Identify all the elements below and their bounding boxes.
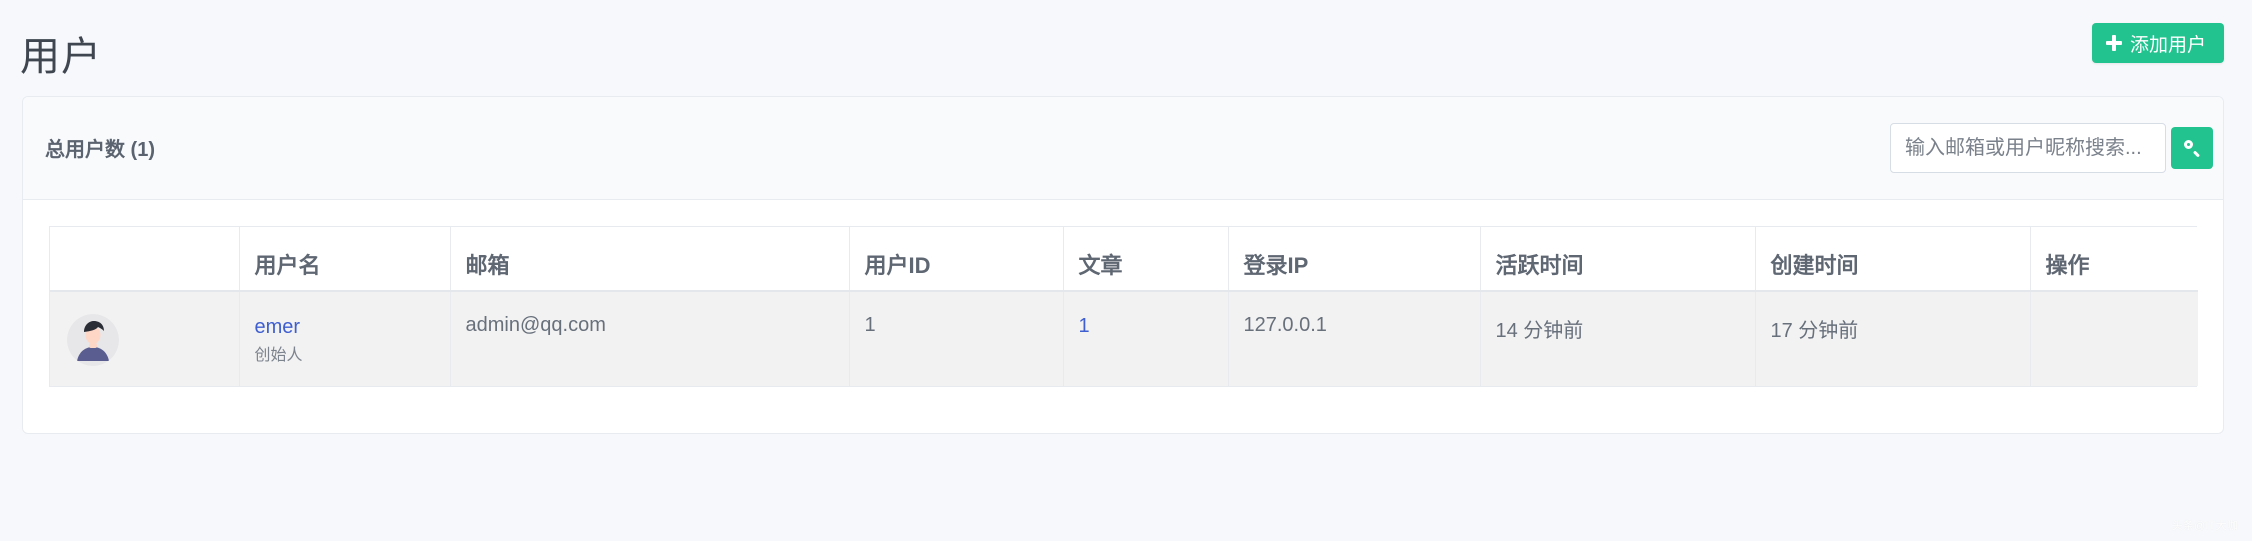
users-table-header: 用户名 邮箱 用户ID 文章 登录IP 活跃时间 创建时间 操作 xyxy=(50,227,2198,292)
users-table-header-row: 用户名 邮箱 用户ID 文章 登录IP 活跃时间 创建时间 操作 xyxy=(50,227,2198,292)
user-search-input[interactable] xyxy=(1890,123,2166,173)
table-header-actions: 操作 xyxy=(2030,227,2198,292)
table-cell-user-id: 1 xyxy=(849,291,1064,386)
user-avatar xyxy=(67,314,119,366)
total-users-label: 总用户数 (1) xyxy=(45,139,155,161)
users-table-body: emer 创始人 admin@qq.com 1 1 127.0.0.1 14 分… xyxy=(50,291,2198,386)
table-header-articles: 文章 xyxy=(1063,227,1229,292)
add-user-button[interactable]: 添加用户 xyxy=(2091,23,2224,63)
table-cell-username: emer 创始人 xyxy=(239,291,451,386)
table-header-created-time: 创建时间 xyxy=(1755,227,2031,292)
watermark-text: 头条@IT大咖 xyxy=(2171,520,2238,532)
table-cell-login-ip: 127.0.0.1 xyxy=(1228,291,1481,386)
article-count-link[interactable]: 1 xyxy=(1079,314,1090,338)
users-card: 总用户数 (1) 用户名 xyxy=(22,96,2224,434)
table-cell-avatar xyxy=(50,291,240,386)
table-header-avatar xyxy=(50,227,240,292)
username-link[interactable]: emer xyxy=(255,315,435,339)
table-header-username: 用户名 xyxy=(239,227,451,292)
page-title: 用户 xyxy=(20,34,102,79)
table-cell-created-time: 17 分钟前 xyxy=(1755,291,2031,386)
users-table: 用户名 邮箱 用户ID 文章 登录IP 活跃时间 创建时间 操作 emer 创始… xyxy=(50,227,2198,386)
table-header-user-id: 用户ID xyxy=(849,227,1064,292)
table-cell-active-time: 14 分钟前 xyxy=(1480,291,1756,386)
table-cell-actions xyxy=(2030,291,2198,386)
table-header-active-time: 活跃时间 xyxy=(1480,227,1756,292)
user-search-bar xyxy=(1890,123,2213,173)
table-row: emer 创始人 admin@qq.com 1 1 127.0.0.1 14 分… xyxy=(50,291,2198,386)
add-user-button-label: 添加用户 xyxy=(2129,34,2206,56)
table-header-email: 邮箱 xyxy=(450,227,850,292)
search-button[interactable] xyxy=(2171,127,2213,169)
table-header-login-ip: 登录IP xyxy=(1228,227,1481,292)
users-card-header: 总用户数 (1) xyxy=(23,97,2223,200)
plus-icon xyxy=(2105,35,2122,51)
table-cell-articles: 1 xyxy=(1063,291,1229,386)
users-table-wrapper: 用户名 邮箱 用户ID 文章 登录IP 活跃时间 创建时间 操作 emer 创始… xyxy=(49,226,2198,387)
table-cell-email: admin@qq.com xyxy=(450,291,850,386)
search-icon xyxy=(2184,140,2200,156)
user-role-label: 创始人 xyxy=(254,347,303,364)
